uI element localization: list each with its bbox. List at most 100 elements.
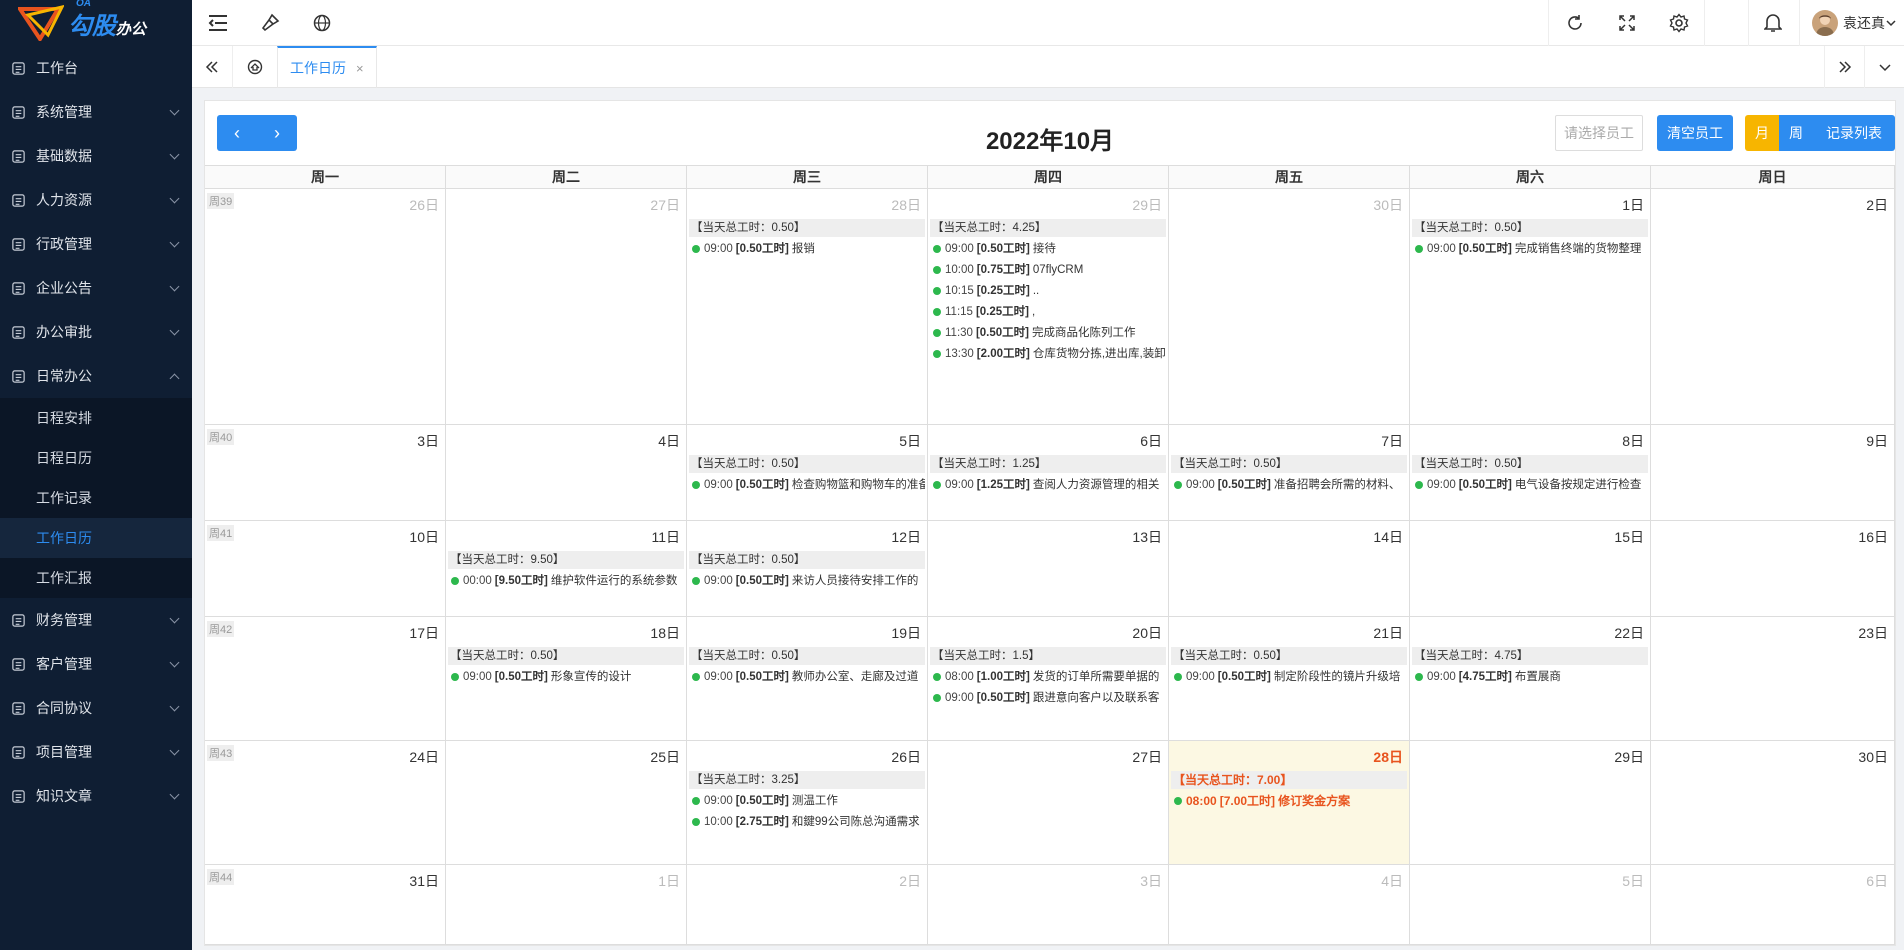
work-record-event[interactable]: 09:00 [0.50工时] 制定阶段性的镜片升级培 (1171, 668, 1407, 686)
sidebar-item[interactable]: 系统管理 (0, 90, 192, 134)
work-record-event[interactable]: 08:00 [7.00工时] 修订奖金方案 (1171, 792, 1407, 810)
sidebar-item[interactable]: 行政管理 (0, 222, 192, 266)
sidebar-item[interactable]: 人力资源 (0, 178, 192, 222)
work-record-event[interactable]: 09:00 [4.75工时] 布置展商 (1412, 668, 1648, 686)
day-cell[interactable]: 9日 (1651, 425, 1895, 520)
work-record-event[interactable]: 09:00 [0.50工时] 完成销售终端的货物整理 (1412, 240, 1648, 258)
day-cell[interactable]: 26日 【当天总工时：3.25】 09:00 [0.50工时] 测温工作 10:00 [2.… (687, 741, 928, 864)
day-cell[interactable]: 2日 (687, 865, 928, 944)
tab-scroll-left-icon[interactable] (192, 46, 232, 88)
day-cell[interactable]: 18日 【当天总工时：0.50】 09:00 [0.50工时] 形象宣传的设计 (446, 617, 687, 740)
day-cell[interactable]: 8日 【当天总工时：0.50】 09:00 [0.50工时] 电气设备按规定进行检查 (1410, 425, 1651, 520)
work-record-event[interactable]: 09:00 [1.25工时] 查阅人力资源管理的相关 (930, 476, 1166, 494)
day-cell[interactable]: 19日 【当天总工时：0.50】 09:00 [0.50工时] 教师办公室、走廊及过道 (687, 617, 928, 740)
close-icon[interactable]: × (356, 61, 364, 76)
day-cell[interactable]: 12日 【当天总工时：0.50】 09:00 [0.50工时] 来访人员接待安排工作的 (687, 521, 928, 616)
submenu-item[interactable]: 日程安排 (0, 398, 192, 438)
sidebar-item[interactable]: 日常办公 (0, 354, 192, 398)
day-cell[interactable]: 11日 【当天总工时：9.50】 00:00 [9.50工时] 维护软件运行的系统参数 (446, 521, 687, 616)
day-cell[interactable]: 1日 【当天总工时：0.50】 09:00 [0.50工时] 完成销售终端的货物整理 (1410, 189, 1651, 424)
sidebar-item[interactable]: 办公审批 (0, 310, 192, 354)
day-cell[interactable]: 5日 (1410, 865, 1651, 944)
clear-employee-button[interactable]: 清空员工 (1657, 115, 1733, 151)
work-record-event[interactable]: 11:15 [0.25工时], (930, 303, 1166, 321)
sidebar-item[interactable]: 企业公告 (0, 266, 192, 310)
day-cell[interactable]: 29日 【当天总工时：4.25】 09:00 [0.50工时] 接待 10:00 [0.75… (928, 189, 1169, 424)
sidebar-item[interactable]: 项目管理 (0, 730, 192, 774)
work-record-event[interactable]: 09:00 [0.50工时] 接待 (930, 240, 1166, 258)
work-record-event[interactable]: 13:30 [2.00工时] 仓库货物分拣,进出库,装卸 (930, 345, 1166, 363)
home-tab-icon[interactable] (232, 46, 276, 88)
day-cell[interactable]: 29日 (1410, 741, 1651, 864)
tab-options-chevron-icon[interactable] (1864, 46, 1904, 88)
sidebar-item[interactable]: 财务管理 (0, 598, 192, 642)
day-cell[interactable]: 周43 24日 (205, 741, 446, 864)
employee-select-input[interactable]: 请选择员工 (1555, 115, 1643, 151)
view-month-button[interactable]: 月 (1745, 115, 1779, 151)
work-record-event[interactable]: 09:00 [0.50工时] 电气设备按规定进行检查 (1412, 476, 1648, 494)
day-cell[interactable]: 6日 【当天总工时：1.25】 09:00 [1.25工时] 查阅人力资源管理的相关 (928, 425, 1169, 520)
view-list-button[interactable]: 记录列表 (1813, 115, 1895, 151)
sidebar-item[interactable]: 知识文章 (0, 774, 192, 818)
work-record-event[interactable]: 09:00 [0.50工时] 教师办公室、走廊及过道 (689, 668, 925, 686)
day-cell[interactable]: 28日 【当天总工时：0.50】 09:00 [0.50工时] 报销 (687, 189, 928, 424)
brush-icon[interactable] (244, 0, 296, 46)
sidebar-item[interactable]: 基础数据 (0, 134, 192, 178)
gear-icon[interactable] (1653, 0, 1705, 46)
work-record-event[interactable]: 09:00 [0.50工时] 测温工作 (689, 792, 925, 810)
day-cell[interactable]: 30日 (1651, 741, 1895, 864)
day-cell[interactable]: 4日 (1169, 865, 1410, 944)
sidebar-item[interactable]: 工作台 (0, 46, 192, 90)
work-record-event[interactable]: 00:00 [9.50工时] 维护软件运行的系统参数 (448, 572, 684, 590)
day-cell[interactable]: 15日 (1410, 521, 1651, 616)
sidebar-item[interactable]: 合同协议 (0, 686, 192, 730)
day-cell[interactable]: 周39 26日 (205, 189, 446, 424)
user-menu[interactable]: 袁还真 (1800, 0, 1904, 46)
submenu-item[interactable]: 日程日历 (0, 438, 192, 478)
day-cell[interactable]: 4日 (446, 425, 687, 520)
menu-collapse-icon[interactable] (192, 0, 244, 46)
work-record-event[interactable]: 09:00 [0.50工时] 跟进意向客户以及联系客 (930, 689, 1166, 707)
day-cell[interactable]: 25日 (446, 741, 687, 864)
day-cell[interactable]: 5日 【当天总工时：0.50】 09:00 [0.50工时] 检查购物篮和购物车的准备 (687, 425, 928, 520)
day-cell[interactable]: 21日 【当天总工时：0.50】 09:00 [0.50工时] 制定阶段性的镜片升级培 (1169, 617, 1410, 740)
work-record-event[interactable]: 10:00 [2.75工时] 和鍵99公司陈总沟通需求 (689, 813, 925, 831)
day-cell[interactable]: 1日 (446, 865, 687, 944)
submenu-item[interactable]: 工作汇报 (0, 558, 192, 598)
day-cell[interactable]: 14日 (1169, 521, 1410, 616)
day-cell[interactable]: 27日 (446, 189, 687, 424)
day-cell[interactable]: 2日 (1651, 189, 1895, 424)
globe-icon[interactable] (296, 0, 348, 46)
day-cell[interactable]: 22日 【当天总工时：4.75】 09:00 [4.75工时] 布置展商 (1410, 617, 1651, 740)
day-cell[interactable]: 周42 17日 (205, 617, 446, 740)
work-record-event[interactable]: 09:00 [0.50工时] 报销 (689, 240, 925, 258)
sidebar-item[interactable]: 客户管理 (0, 642, 192, 686)
day-cell[interactable]: 周41 10日 (205, 521, 446, 616)
day-cell[interactable]: 20日 【当天总工时：1.5】 08:00 [1.00工时] 发货的订单所需要单据的 09… (928, 617, 1169, 740)
day-cell[interactable]: 周40 3日 (205, 425, 446, 520)
fullscreen-icon[interactable] (1601, 0, 1653, 46)
logo[interactable]: OA 勾股办公 (0, 0, 192, 46)
work-record-event[interactable]: 10:15 [0.25工时].. (930, 282, 1166, 300)
notification-bell-icon[interactable] (1747, 0, 1799, 46)
work-record-event[interactable]: 10:00 [0.75工时] 07flyCRM (930, 261, 1166, 279)
work-record-event[interactable]: 09:00 [0.50工时] 准备招聘会所需的材料、 (1171, 476, 1407, 494)
day-cell-today[interactable]: 28日 【当天总工时：7.00】 08:00 [7.00工时] 修订奖金方案 (1169, 741, 1410, 864)
view-week-button[interactable]: 周 (1779, 115, 1813, 151)
day-cell[interactable]: 27日 (928, 741, 1169, 864)
refresh-icon[interactable] (1549, 0, 1601, 46)
day-cell[interactable]: 周44 31日 (205, 865, 446, 944)
day-cell[interactable]: 30日 (1169, 189, 1410, 424)
day-cell[interactable]: 16日 (1651, 521, 1895, 616)
work-record-event[interactable]: 08:00 [1.00工时] 发货的订单所需要单据的 (930, 668, 1166, 686)
submenu-item[interactable]: 工作记录 (0, 478, 192, 518)
day-cell[interactable]: 13日 (928, 521, 1169, 616)
work-record-event[interactable]: 09:00 [0.50工时] 来访人员接待安排工作的 (689, 572, 925, 590)
day-cell[interactable]: 7日 【当天总工时：0.50】 09:00 [0.50工时] 准备招聘会所需的材料、 (1169, 425, 1410, 520)
work-record-event[interactable]: 11:30 [0.50工时] 完成商品化陈列工作 (930, 324, 1166, 342)
tab-scroll-right-icon[interactable] (1824, 46, 1864, 88)
day-cell[interactable]: 23日 (1651, 617, 1895, 740)
submenu-item[interactable]: 工作日历 (0, 518, 192, 558)
work-record-event[interactable]: 09:00 [0.50工时] 检查购物篮和购物车的准备 (689, 476, 925, 494)
day-cell[interactable]: 3日 (928, 865, 1169, 944)
